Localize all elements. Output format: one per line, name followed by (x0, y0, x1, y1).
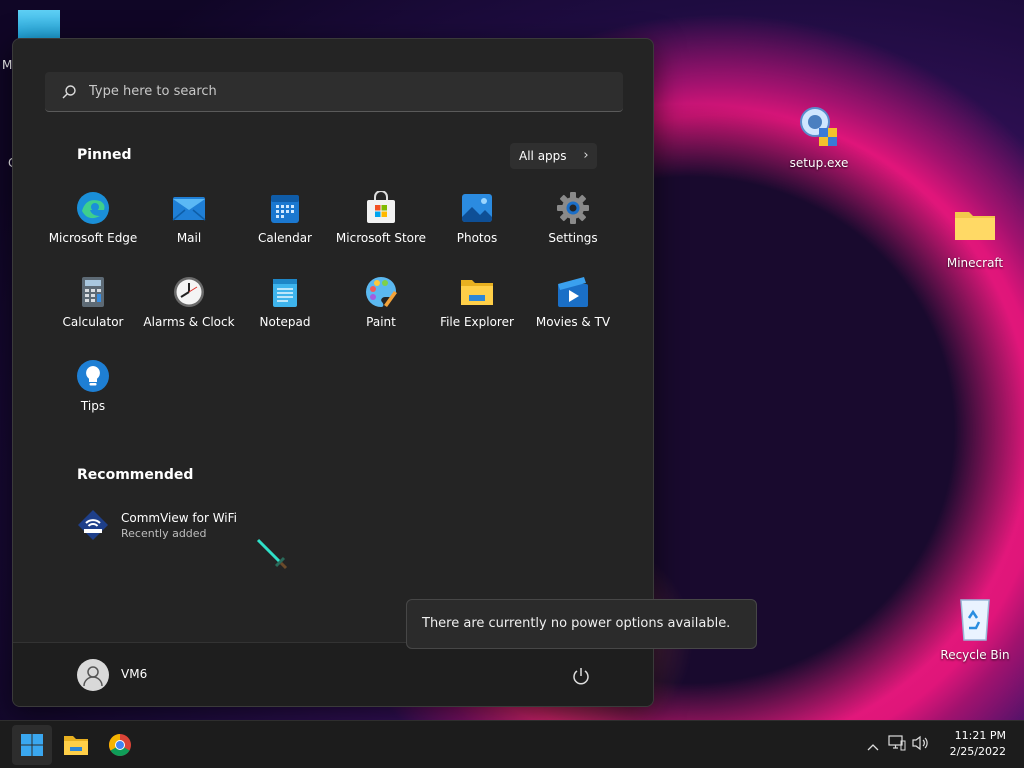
app-label: Photos (456, 231, 498, 245)
taskbar-chrome[interactable] (100, 725, 140, 765)
pinned-app-photos[interactable]: Photos (429, 181, 525, 265)
power-options-tooltip: There are currently no power options ava… (406, 599, 757, 649)
notepad-icon (268, 275, 302, 309)
user-name[interactable]: VM6 (121, 667, 147, 681)
recommended-title: Recommended (77, 467, 194, 483)
folder-icon (460, 275, 494, 309)
start-button[interactable] (12, 725, 52, 765)
recycle-bin-icon (953, 596, 997, 641)
desktop-icon-label: Recycle Bin (940, 648, 1010, 662)
chrome-icon (109, 734, 131, 756)
pinned-app-store[interactable]: Microsoft Store (333, 181, 429, 265)
app-label: Settings (548, 231, 598, 245)
clock-icon (172, 275, 206, 309)
pinned-app-calculator[interactable]: Calculator (45, 265, 141, 349)
folder-icon (953, 206, 997, 246)
mail-icon (172, 191, 206, 225)
all-apps-button[interactable]: All apps › (510, 143, 597, 169)
edge-icon (76, 191, 110, 225)
taskbar-clock[interactable]: 11:21 PM 2/25/2022 (950, 728, 1006, 760)
pinned-app-calendar[interactable]: Calendar (237, 181, 333, 265)
sword-cursor-icon (256, 538, 288, 574)
palette-icon (364, 275, 398, 309)
clock-date: 2/25/2022 (949, 745, 1006, 758)
all-apps-label: All apps (519, 149, 567, 163)
search-icon (61, 84, 77, 100)
search-box[interactable] (45, 72, 623, 112)
windows-logo-icon (21, 734, 43, 756)
pinned-app-movies[interactable]: Movies & TV (525, 265, 621, 349)
recommended-item[interactable]: CommView for WiFi Recently added (77, 509, 237, 541)
photos-icon (460, 191, 494, 225)
avatar[interactable] (77, 659, 109, 691)
app-label: Paint (366, 315, 396, 329)
desktop-partial-icon[interactable] (18, 10, 60, 40)
desktop-icon-minecraft[interactable]: Minecraft (935, 206, 1015, 270)
desktop-icon-setup[interactable]: setup.exe (779, 104, 859, 170)
pinned-app-notepad[interactable]: Notepad (237, 265, 333, 349)
power-button[interactable] (569, 664, 593, 688)
power-icon (573, 668, 589, 685)
app-label: Alarms & Clock (143, 315, 235, 329)
network-icon[interactable] (888, 735, 912, 755)
movies-icon (556, 275, 590, 309)
app-label: Notepad (259, 315, 311, 329)
chevron-up-icon[interactable] (862, 736, 884, 755)
system-tray (862, 721, 934, 768)
app-label: Microsoft Store (335, 231, 427, 245)
installer-icon (797, 104, 841, 146)
taskbar: 11:21 PM 2/25/2022 (0, 720, 1024, 768)
app-label: Calendar (258, 231, 312, 245)
app-label: Calculator (62, 315, 124, 329)
taskbar-file-explorer[interactable] (56, 725, 96, 765)
clock-time: 11:21 PM (954, 729, 1006, 742)
desktop-icon-label: Minecraft (946, 256, 1004, 270)
speaker-icon[interactable] (912, 735, 934, 755)
desktop-icon-label: setup.exe (789, 156, 849, 170)
lightbulb-icon (76, 359, 110, 393)
pinned-app-mail[interactable]: Mail (141, 181, 237, 265)
pinned-app-alarms[interactable]: Alarms & Clock (141, 265, 237, 349)
app-label: Movies & TV (535, 315, 611, 329)
pinned-app-settings[interactable]: Settings (525, 181, 621, 265)
desktop-icon-recycle-bin[interactable]: Recycle Bin (935, 596, 1015, 662)
app-label: Mail (176, 231, 202, 245)
desktop-partial-label-1: M (2, 58, 13, 72)
pinned-app-file-explorer[interactable]: File Explorer (429, 265, 525, 349)
recommended-item-subtitle: Recently added (121, 526, 207, 540)
app-label: Microsoft Edge (48, 231, 138, 245)
app-label: Tips (80, 399, 106, 413)
pinned-app-edge[interactable]: Microsoft Edge (45, 181, 141, 265)
pinned-apps-grid: Microsoft Edge Mail Calendar Microsoft S… (45, 181, 621, 433)
gear-icon (556, 191, 590, 225)
pinned-app-tips[interactable]: Tips (45, 349, 141, 433)
chevron-right-icon: › (583, 148, 589, 163)
pinned-title: Pinned (77, 147, 132, 163)
calculator-icon (76, 275, 110, 309)
folder-icon (64, 736, 88, 755)
start-menu-footer: VM6 (13, 642, 653, 706)
commview-icon (77, 509, 109, 541)
search-input[interactable] (89, 84, 589, 99)
recommended-item-title: CommView for WiFi (121, 510, 238, 525)
calendar-icon (268, 191, 302, 225)
app-label: File Explorer (440, 315, 514, 329)
pinned-app-paint[interactable]: Paint (333, 265, 429, 349)
store-icon (364, 190, 398, 225)
